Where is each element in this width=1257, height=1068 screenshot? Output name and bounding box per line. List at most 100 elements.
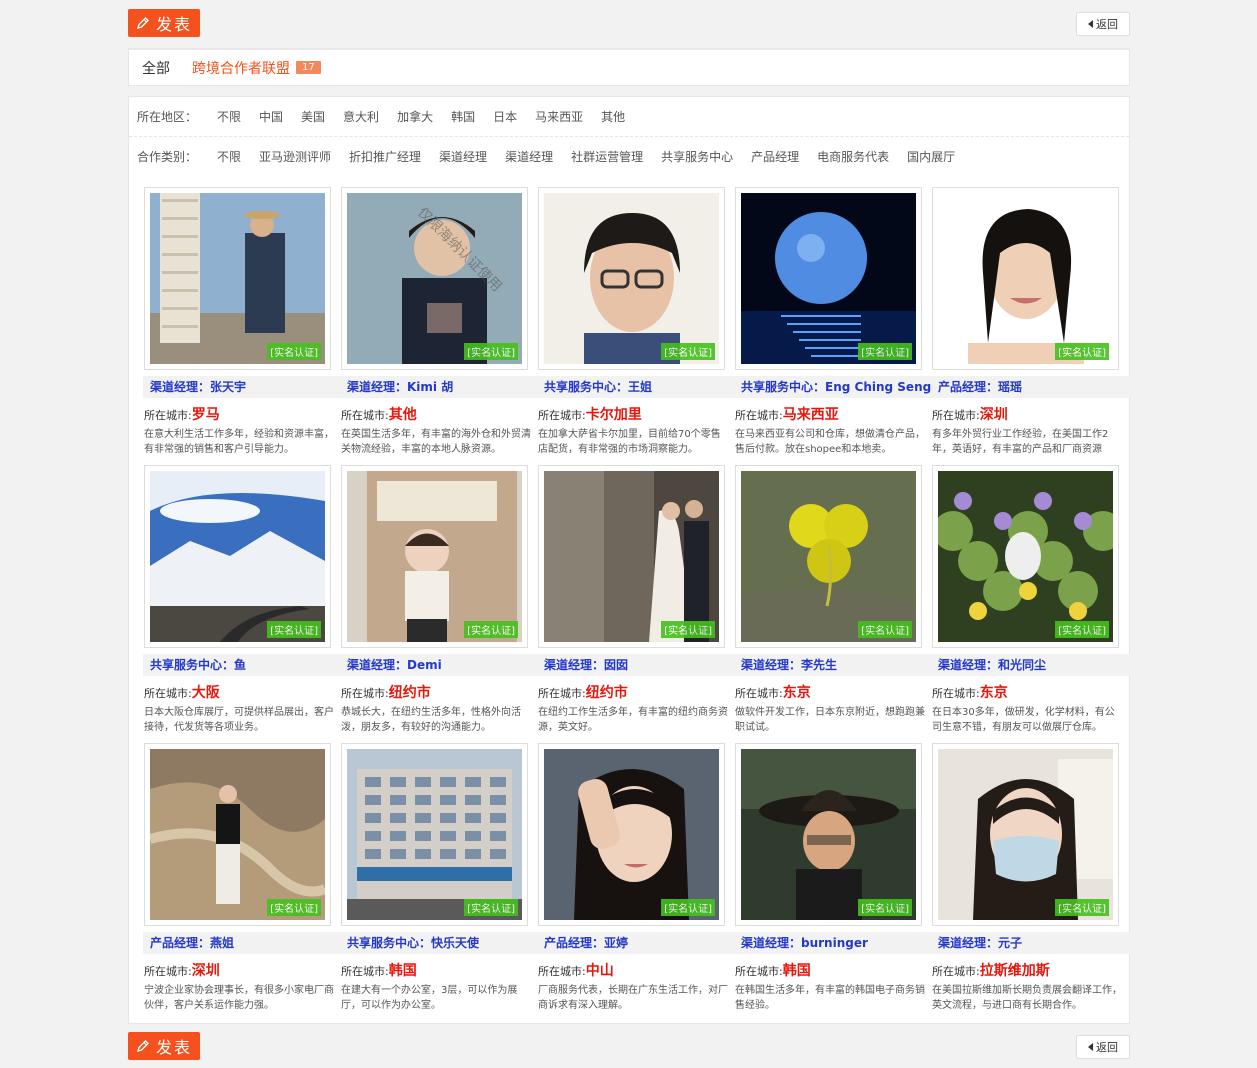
member-card[interactable]: [实名认证] 产品经理：亚婷 所在城市: 中山 厂商服务代表，长期在广东生活工作，对厂商… — [537, 743, 747, 1013]
verified-badge: [实名认证] — [661, 343, 715, 360]
verified-badge: [实名认证] — [1055, 899, 1109, 916]
member-photo-frame[interactable]: [实名认证] — [735, 465, 922, 648]
region-filter-option[interactable]: 中国 — [259, 108, 283, 125]
category-filter-option[interactable]: 折扣推广经理 — [349, 148, 421, 165]
member-city: 所在城市: 大阪 — [144, 682, 341, 702]
member-card[interactable]: [实名认证] 产品经理：瑶瑶 所在城市: 深圳 有多年外贸行业工作经验，在美国工作2年，… — [931, 187, 1141, 457]
member-description: 做软件开发工作，日本东京附近，想跑跑兼职试试。 — [735, 707, 925, 733]
member-description: 在纽约工作生活多年，有丰富的纽约商务资源，英文好。 — [538, 707, 728, 733]
member-card[interactable]: [实名认证] 渠道经理：李先生所在城市: 东京做软件开发工作，日本东京附近，想跑跑兼… — [734, 465, 944, 735]
member-title[interactable]: 产品经理：燕姐 — [143, 932, 353, 954]
member-card[interactable]: [实名认证] 渠道经理：和光同尘 所在城市: 东京 在日本30多年，做研发，化学材料，有… — [931, 465, 1141, 735]
member-title[interactable]: 渠道经理：李先生 — [734, 654, 944, 676]
back-button-label: 返回 — [1096, 1041, 1118, 1054]
member-photo-frame[interactable]: [实名认证] — [144, 187, 331, 370]
member-photo-frame[interactable]: [实名认证] — [341, 743, 528, 926]
member-title[interactable]: 共享服务中心：Eng Ching Seng — [734, 376, 944, 398]
region-filter-option[interactable]: 加拿大 — [397, 108, 433, 125]
region-filter-option[interactable]: 意大利 — [343, 108, 379, 125]
category-filter-option[interactable]: 电商服务代表 — [817, 148, 889, 165]
member-description: 恭城长大，在纽约生活多年，性格外向活泼，朋友多，有较好的沟通能力。 — [341, 707, 521, 733]
city-value: 东京 — [782, 685, 811, 701]
bottom-toolbar: 发表 返回 — [128, 1032, 1130, 1062]
member-photo: [实名认证] — [741, 471, 916, 642]
member-card[interactable]: [实名认证] 渠道经理：元子 所在城市: 拉斯维加斯 在美国拉斯维加斯长期负责展会翻译工… — [931, 743, 1141, 1013]
member-city: 所在城市: 马来西亚 — [735, 404, 932, 424]
member-title[interactable]: 渠道经理：张天宇 — [143, 376, 353, 398]
member-photo-frame[interactable]: [实名认证] — [341, 465, 528, 648]
member-photo: [实名认证] — [938, 749, 1113, 920]
member-card[interactable]: [实名认证] 共享服务中心：王姐 所在城市: 卡尔加里 在加拿大萨省卡尔加里，目前给70… — [537, 187, 747, 457]
post-button-bottom[interactable]: 发表 — [128, 1032, 200, 1060]
member-card[interactable]: 仅限海纳认证使用 [实名认证] 渠道经理：Kimi 胡所在城市: 其他 在英国生活多年，… — [340, 187, 550, 457]
member-photo-frame[interactable]: [实名认证] — [932, 465, 1119, 648]
member-title[interactable]: 渠道经理：Kimi 胡 — [340, 376, 550, 398]
member-photo-frame[interactable]: [实名认证] — [538, 743, 725, 926]
tab-all[interactable]: 全部 — [142, 58, 170, 78]
region-filter-option[interactable]: 日本 — [493, 108, 517, 125]
member-photo-frame[interactable]: [实名认证] — [144, 743, 331, 926]
member-photo: [实名认证] — [741, 749, 916, 920]
back-button-label: 返回 — [1096, 18, 1118, 31]
city-label: 所在城市: — [735, 687, 783, 700]
tab-count-badge: 17 — [296, 61, 321, 74]
region-filter-option[interactable]: 不限 — [217, 108, 241, 125]
member-photo-frame[interactable]: [实名认证] — [932, 743, 1119, 926]
member-photo-frame[interactable]: [实名认证] — [932, 187, 1119, 370]
member-photo-frame[interactable]: [实名认证] — [735, 743, 922, 926]
member-title[interactable]: 渠道经理：囡囡 — [537, 654, 747, 676]
member-photo: [实名认证] — [150, 193, 325, 364]
member-description: 在马来西亚有公司和仓库，想做清仓产品，售后付款。放在shopee和本地卖。 — [735, 429, 925, 455]
member-card[interactable]: [实名认证] 渠道经理：囡囡 所在城市: 纽约市 在纽约工作生活多年，有丰富的纽约商务资… — [537, 465, 747, 735]
city-value: 拉斯维加斯 — [979, 963, 1050, 979]
member-title[interactable]: 渠道经理：Demi — [340, 654, 550, 676]
member-title[interactable]: 产品经理：瑶瑶 — [931, 376, 1141, 398]
member-card[interactable]: [实名认证] 渠道经理：burninger 所在城市: 韩国 在韩国生活多年，有丰富的韩… — [734, 743, 944, 1013]
city-value: 东京 — [979, 685, 1008, 701]
member-title[interactable]: 共享服务中心：王姐 — [537, 376, 747, 398]
tab-cross-border-alliance[interactable]: 跨境合作者联盟 17 — [192, 58, 321, 78]
member-photo: [实名认证] — [544, 193, 719, 364]
member-card[interactable]: [实名认证] 渠道经理：张天宇 所在城市: 罗马 在意大利生活工作多年，经验和资源丰富，… — [143, 187, 353, 457]
category-filter-option[interactable]: 亚马逊测评师 — [259, 148, 331, 165]
category-filter-option[interactable]: 不限 — [217, 148, 241, 165]
category-filter-option[interactable]: 社群运营管理 — [571, 148, 643, 165]
category-filter-option[interactable]: 产品经理 — [751, 148, 799, 165]
member-photo-frame[interactable]: 仅限海纳认证使用 [实名认证] — [341, 187, 528, 370]
member-title[interactable]: 渠道经理：burninger — [734, 932, 944, 954]
category-filter-option[interactable]: 共享服务中心 — [661, 148, 733, 165]
member-title[interactable]: 渠道经理：和光同尘 — [931, 654, 1141, 676]
back-button-bottom[interactable]: 返回 — [1076, 1035, 1130, 1059]
city-value: 大阪 — [191, 685, 220, 701]
member-title[interactable]: 产品经理：亚婷 — [537, 932, 747, 954]
post-button[interactable]: 发表 — [128, 9, 200, 37]
member-card[interactable]: [实名认证] 共享服务中心：快乐天使 所在城市: 韩国 在建大有一个办公室，3层，可以作… — [340, 743, 550, 1013]
member-description: 在意大利生活工作多年，经验和资源丰富，有非常强的销售和客户引导能力。 — [144, 429, 334, 455]
member-photo-frame[interactable]: [实名认证] — [144, 465, 331, 648]
region-filter: 所在地区： 不限 中国 美国 意大利 加拿大 韩国 日本 马来西亚 其他 — [129, 97, 1129, 137]
city-label: 所在城市: — [932, 965, 980, 978]
region-filter-option[interactable]: 其他 — [601, 108, 625, 125]
member-photo-frame[interactable]: [实名认证] — [538, 187, 725, 370]
region-filter-option[interactable]: 马来西亚 — [535, 108, 583, 125]
member-photo: [实名认证] — [347, 471, 522, 642]
back-button[interactable]: 返回 — [1076, 12, 1130, 36]
region-filter-option[interactable]: 美国 — [301, 108, 325, 125]
member-title[interactable]: 共享服务中心：快乐天使 — [340, 932, 550, 954]
region-filter-option[interactable]: 韩国 — [451, 108, 475, 125]
member-description: 在日本30多年，做研发，化学材料，有公司生意不错，有朋友可以做展厅仓库。 — [932, 707, 1115, 733]
member-card[interactable]: [实名认证] 共享服务中心：Eng Ching Seng 所在城市: 马来西亚在马来西… — [734, 187, 944, 457]
member-photo-frame[interactable]: [实名认证] — [735, 187, 922, 370]
back-arrow-icon — [1088, 20, 1093, 28]
member-card[interactable]: [实名认证] 渠道经理：Demi 所在城市: 纽约市 恭城长大，在纽约生活多年，性格外向… — [340, 465, 550, 735]
category-filter-option[interactable]: 国内展厅 — [907, 148, 955, 165]
category-filter-option[interactable]: 渠道经理 — [439, 148, 487, 165]
member-card[interactable]: [实名认证] 共享服务中心：鱼 所在城市: 大阪 日本大阪仓库展厅，可提供样品展出，客户… — [143, 465, 353, 735]
category-tabs: 全部 跨境合作者联盟 17 — [128, 48, 1130, 86]
category-filter-option[interactable]: 渠道经理 — [505, 148, 553, 165]
member-title[interactable]: 渠道经理：元子 — [931, 932, 1141, 954]
member-card[interactable]: [实名认证] 产品经理：燕姐 所在城市: 深圳 宁波企业家协会理事长，有很多小家电厂商伙… — [143, 743, 353, 1013]
city-label: 所在城市: — [341, 965, 389, 978]
member-photo-frame[interactable]: [实名认证] — [538, 465, 725, 648]
member-title[interactable]: 共享服务中心：鱼 — [143, 654, 353, 676]
